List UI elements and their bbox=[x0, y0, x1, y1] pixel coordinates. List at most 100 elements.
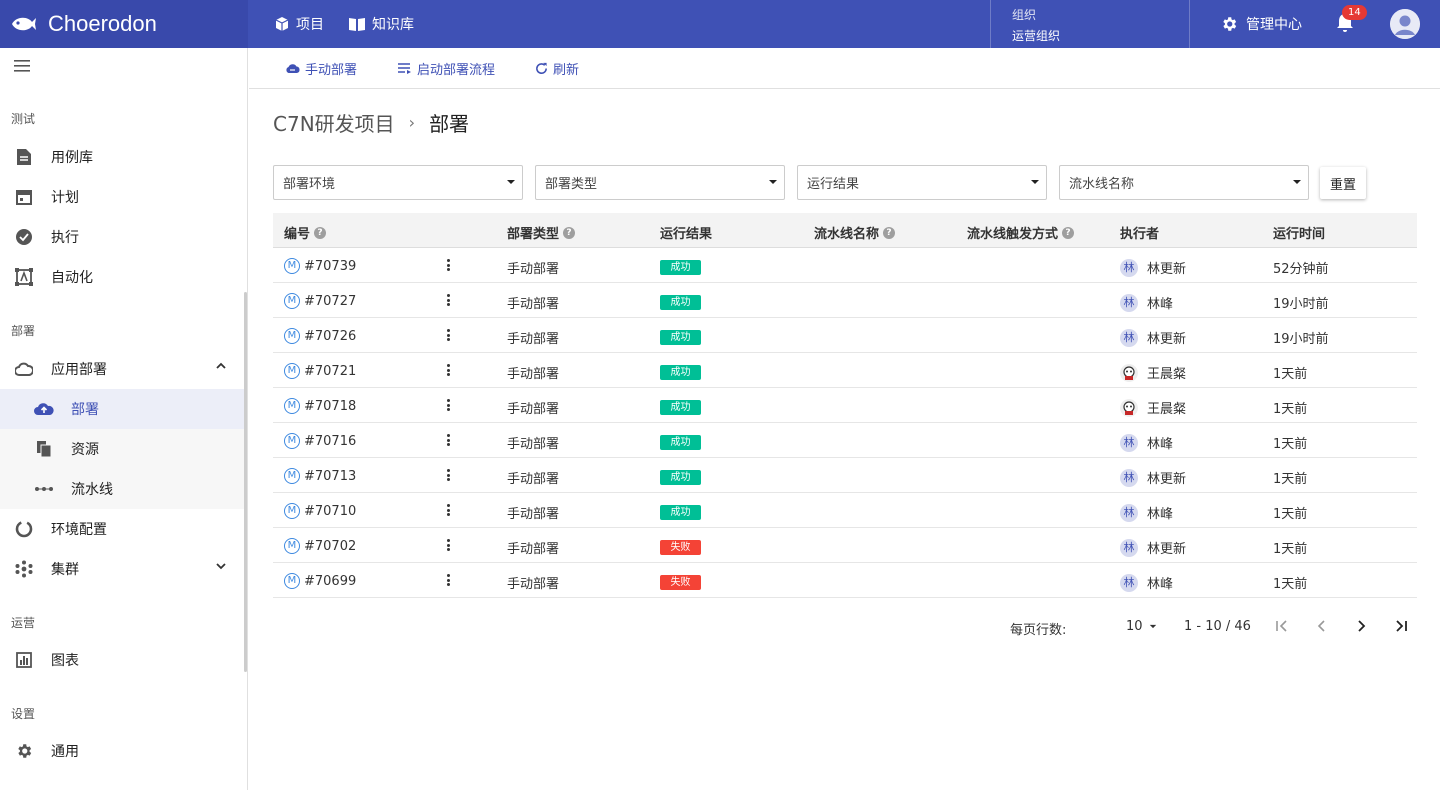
table-row[interactable]: M #70727 手动部署 成功 林 林峰 19小时前 bbox=[273, 283, 1417, 318]
sidebar-item-charts[interactable]: 图表 bbox=[0, 640, 244, 680]
nav-knowledge[interactable]: 知识库 bbox=[348, 14, 414, 34]
more-actions-icon[interactable] bbox=[447, 469, 451, 483]
status-badge: 成功 bbox=[660, 400, 701, 415]
column-run-time[interactable]: 运行时间 bbox=[1273, 223, 1325, 242]
cloud-icon bbox=[14, 359, 34, 379]
table-row[interactable]: M #70716 手动部署 成功 林 林峰 1天前 bbox=[273, 423, 1417, 458]
nav-project[interactable]: 项目 bbox=[274, 14, 324, 34]
manual-mode-icon: M bbox=[284, 433, 300, 449]
table-row[interactable]: M #70721 手动部署 成功 王晨粲 1天前 bbox=[273, 353, 1417, 388]
record-id[interactable]: M #70718 bbox=[284, 398, 356, 414]
user-avatar[interactable] bbox=[1390, 9, 1420, 39]
breadcrumb: C7N研发项目 › 部署 bbox=[273, 108, 469, 137]
section-ops: 运营 bbox=[11, 616, 36, 630]
record-id[interactable]: M #70716 bbox=[284, 433, 356, 449]
table-row[interactable]: M #70702 手动部署 失败 林 林更新 1天前 bbox=[273, 528, 1417, 563]
sidebar-item-general[interactable]: 通用 bbox=[0, 731, 244, 771]
filter-placeholder: 部署类型 bbox=[545, 177, 598, 192]
table-row[interactable]: M #70713 手动部署 成功 林 林更新 1天前 bbox=[273, 458, 1417, 493]
cloud-link-icon bbox=[286, 63, 300, 73]
sidebar-item-deploy[interactable]: 部署 bbox=[0, 389, 244, 429]
record-id[interactable]: M #70739 bbox=[284, 258, 356, 274]
table-row[interactable]: M #70739 手动部署 成功 林 林更新 52分钟前 bbox=[273, 248, 1417, 283]
column-pipeline-name[interactable]: 流水线名称? bbox=[814, 223, 896, 242]
record-id[interactable]: M #70710 bbox=[284, 503, 356, 519]
column-label: 流水线名称 bbox=[814, 227, 880, 242]
filter-deploy-type[interactable]: 部署类型 bbox=[535, 165, 785, 200]
column-run-result[interactable]: 运行结果 bbox=[660, 223, 712, 242]
next-page-icon[interactable] bbox=[1355, 619, 1367, 633]
column-executor[interactable]: 执行者 bbox=[1120, 223, 1159, 242]
page-range: 1 - 10 / 46 bbox=[1184, 619, 1251, 634]
first-page-icon[interactable] bbox=[1275, 619, 1289, 633]
filter-deploy-env[interactable]: 部署环境 bbox=[273, 165, 523, 200]
sidebar-scrollbar[interactable] bbox=[244, 292, 247, 672]
record-id-text: #70702 bbox=[304, 538, 357, 554]
prev-page-icon[interactable] bbox=[1316, 619, 1328, 633]
record-id[interactable]: M #70726 bbox=[284, 328, 356, 344]
sidebar-item-automation[interactable]: 自动化 bbox=[0, 257, 244, 297]
last-page-icon[interactable] bbox=[1394, 619, 1408, 633]
status-badge: 成功 bbox=[660, 365, 701, 380]
sidebar-item-pipeline[interactable]: 流水线 bbox=[0, 469, 244, 509]
record-id[interactable]: M #70699 bbox=[284, 573, 356, 589]
sidebar-item-execute[interactable]: 执行 bbox=[0, 217, 244, 257]
deploy-type: 手动部署 bbox=[507, 367, 560, 382]
run-time: 1天前 bbox=[1273, 577, 1308, 592]
more-actions-icon[interactable] bbox=[447, 329, 451, 343]
more-actions-icon[interactable] bbox=[447, 539, 451, 553]
page-size-select[interactable]: 10 bbox=[1126, 619, 1157, 634]
table-row[interactable]: M #70718 手动部署 成功 王晨粲 1天前 bbox=[273, 388, 1417, 423]
table-row[interactable]: M #70726 手动部署 成功 林 林更新 19小时前 bbox=[273, 318, 1417, 353]
column-trigger-mode[interactable]: 流水线触发方式? bbox=[967, 223, 1075, 242]
run-time: 52分钟前 bbox=[1273, 262, 1329, 277]
executor-name: 林峰 bbox=[1147, 437, 1174, 452]
more-actions-icon[interactable] bbox=[447, 259, 451, 273]
more-actions-icon[interactable] bbox=[447, 434, 451, 448]
record-id[interactable]: M #70721 bbox=[284, 363, 356, 379]
chart-icon bbox=[14, 650, 34, 670]
notification-badge: 14 bbox=[1342, 5, 1367, 20]
avatar: 林 bbox=[1120, 293, 1138, 312]
table-row[interactable]: M #70699 手动部署 失败 林 林峰 1天前 bbox=[273, 563, 1417, 598]
sidebar-item-cluster[interactable]: 集群 bbox=[0, 549, 244, 589]
manage-center-button[interactable]: 管理中心 bbox=[1220, 14, 1302, 34]
refresh-button[interactable]: 刷新 bbox=[535, 59, 579, 78]
column-label: 运行结果 bbox=[660, 227, 713, 242]
nav-project-label: 项目 bbox=[296, 17, 324, 33]
manual-mode-icon: M bbox=[284, 363, 300, 379]
reset-button[interactable]: 重置 bbox=[1320, 167, 1366, 199]
help-icon: ? bbox=[563, 226, 576, 239]
table-row[interactable]: M #70710 手动部署 成功 林 林峰 1天前 bbox=[273, 493, 1417, 528]
manual-deploy-button[interactable]: 手动部署 bbox=[285, 59, 357, 78]
hamburger-menu-icon[interactable] bbox=[14, 60, 30, 72]
avatar: 林 bbox=[1120, 258, 1138, 277]
more-actions-icon[interactable] bbox=[447, 294, 451, 308]
sidebar: 测试 用例库 计划 执行 自动化 部署 应用部署 部署 资源 流水线 环境配置 … bbox=[0, 48, 248, 790]
column-deploy-type[interactable]: 部署类型? bbox=[507, 223, 576, 242]
column-id[interactable]: 编号? bbox=[284, 223, 327, 242]
run-time: 1天前 bbox=[1273, 437, 1308, 452]
record-id[interactable]: M #70727 bbox=[284, 293, 356, 309]
start-deploy-flow-button[interactable]: 启动部署流程 bbox=[397, 59, 495, 78]
record-id[interactable]: M #70702 bbox=[284, 538, 356, 554]
sidebar-item-label: 执行 bbox=[51, 230, 79, 246]
more-actions-icon[interactable] bbox=[447, 364, 451, 378]
sidebar-item-plan[interactable]: 计划 bbox=[0, 177, 244, 217]
filter-run-result[interactable]: 运行结果 bbox=[797, 165, 1047, 200]
more-actions-icon[interactable] bbox=[447, 399, 451, 413]
more-actions-icon[interactable] bbox=[447, 504, 451, 518]
breadcrumb-project[interactable]: C7N研发项目 bbox=[273, 108, 395, 137]
sidebar-item-app-deploy[interactable]: 应用部署 bbox=[0, 349, 244, 389]
caret-down-icon bbox=[1293, 180, 1301, 184]
sidebar-item-env-config[interactable]: 环境配置 bbox=[0, 509, 244, 549]
app-logo[interactable]: Choerodon bbox=[0, 0, 248, 48]
record-id[interactable]: M #70713 bbox=[284, 468, 356, 484]
sidebar-item-resource[interactable]: 资源 bbox=[0, 429, 244, 469]
sidebar-item-case-library[interactable]: 用例库 bbox=[0, 137, 244, 177]
filter-pipeline-name[interactable]: 流水线名称 bbox=[1059, 165, 1309, 200]
org-switcher[interactable]: 组织 运营组织 bbox=[990, 0, 1190, 48]
more-actions-icon[interactable] bbox=[447, 574, 451, 588]
run-time: 1天前 bbox=[1273, 472, 1308, 487]
section-test: 测试 bbox=[11, 112, 36, 126]
